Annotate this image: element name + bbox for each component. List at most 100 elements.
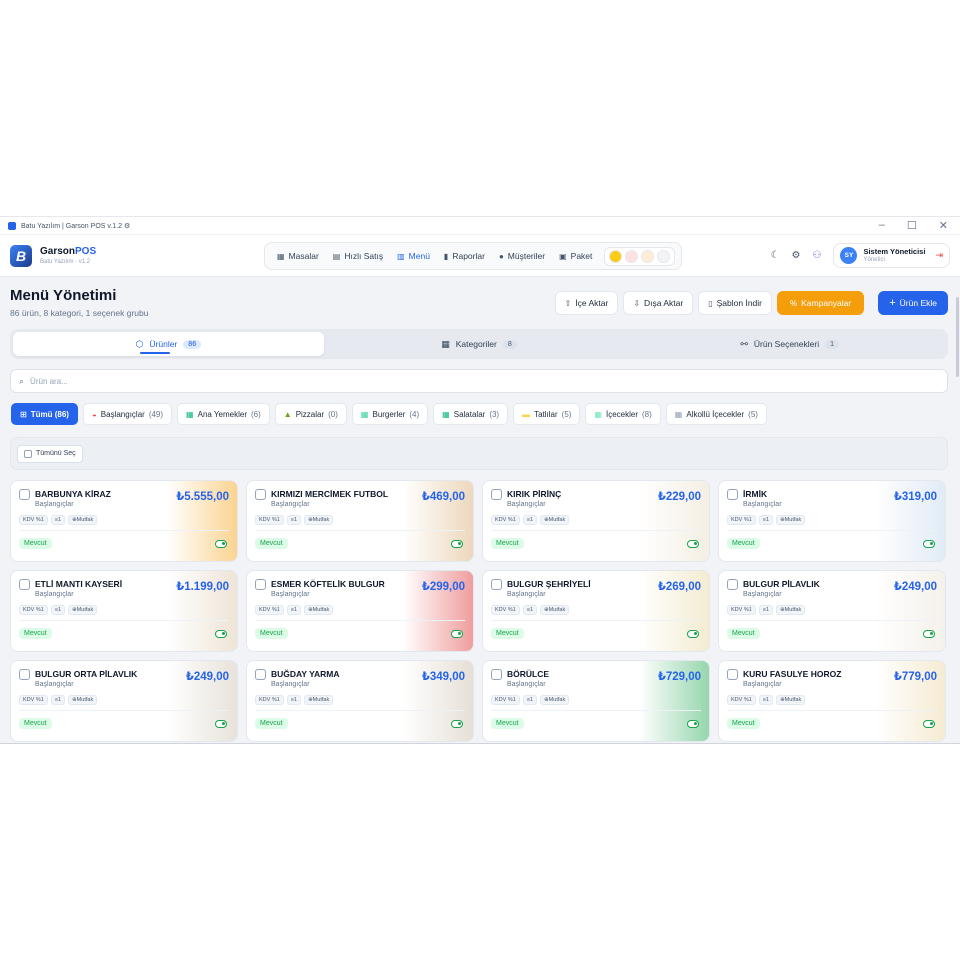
- nav-hizli-satis[interactable]: ▤ Hızlı Satış: [327, 245, 389, 267]
- category-chip[interactable]: ▦ Salatalar (3): [433, 403, 509, 425]
- partner-logo-icon[interactable]: [625, 249, 639, 263]
- product-name: BARBUNYA KİRAZ: [35, 489, 111, 499]
- product-price: ₺1.199,00: [176, 581, 229, 593]
- product-checkbox[interactable]: [491, 489, 502, 500]
- tab-product-options[interactable]: ⚯ Ürün Seçenekleri 1: [634, 332, 945, 356]
- availability-toggle[interactable]: [687, 540, 699, 548]
- nav-menu[interactable]: ▥ Menü: [391, 245, 436, 267]
- template-download-button[interactable]: ▯ Şablon İndir: [698, 291, 773, 315]
- partner-logo-icon[interactable]: [609, 249, 623, 263]
- product-category: Başlangıçlar: [35, 501, 74, 508]
- select-all-button[interactable]: Tümünü Seç: [17, 444, 83, 463]
- close-button[interactable]: ✕: [939, 219, 948, 232]
- tab-count: 86: [183, 339, 202, 349]
- product-checkbox[interactable]: [727, 669, 738, 680]
- import-button[interactable]: ⇧ İçe Aktar: [554, 291, 619, 315]
- product-card[interactable]: BULGUR ORTA PİLAVLIK Başlangıçlar ₺249,00 K…: [10, 660, 238, 742]
- category-filter: ⊞ Tümü (86) ◒ Başlangıçlar (49) ▦ Ana Yemekler…: [11, 403, 767, 425]
- category-chip[interactable]: ▦ Alkollü İçecekler (5): [665, 403, 767, 425]
- maximize-button[interactable]: ☐: [907, 219, 917, 232]
- partner-logo-icon[interactable]: [641, 249, 655, 263]
- status-badge: Mevcut: [19, 718, 52, 729]
- export-label: Dışa Aktar: [644, 298, 684, 308]
- product-price: ₺249,00: [185, 671, 229, 683]
- availability-toggle[interactable]: [687, 630, 699, 638]
- kitchen-tag: ⊕Mutfak: [776, 695, 806, 705]
- product-card[interactable]: BARBUNYA KİRAZ Başlangıçlar ₺5.555,00 KDV %…: [10, 480, 238, 562]
- kitchen-tag: ⊕Mutfak: [68, 515, 98, 525]
- card-divider: [19, 530, 229, 531]
- gear-icon[interactable]: ⚙: [792, 250, 801, 261]
- product-category: Başlangıçlar: [743, 591, 782, 598]
- category-chip[interactable]: ▦ İçecekler (8): [585, 403, 661, 425]
- minimize-button[interactable]: –: [879, 219, 885, 232]
- availability-toggle[interactable]: [451, 630, 463, 638]
- availability-toggle[interactable]: [687, 720, 699, 728]
- availability-toggle[interactable]: [923, 540, 935, 548]
- nav-musteriler[interactable]: ● Müşteriler: [493, 245, 551, 267]
- category-chip[interactable]: ▦ Ana Yemekler (6): [177, 403, 270, 425]
- product-card[interactable]: BULGUR ŞEHRİYELİ Başlangıçlar ₺269,00 KDV %…: [482, 570, 710, 652]
- campaigns-label: Kampanyalar: [801, 298, 852, 308]
- product-card[interactable]: ESMER KÖFTELİK BULGUR Başlangıçlar ₺299,00…: [246, 570, 474, 652]
- grid-icon: ▦: [441, 338, 450, 349]
- product-card[interactable]: BUĞDAY YARMA Başlangıçlar ₺349,00 KDV %1 ≡1 ⊕…: [246, 660, 474, 742]
- category-chip[interactable]: ⊞ Tümü (86): [11, 403, 78, 425]
- nav-paket[interactable]: ▣ Paket: [553, 245, 598, 267]
- category-chip[interactable]: ▬ Tatlılar (5): [513, 403, 581, 425]
- product-card[interactable]: ETLİ MANTI KAYSERİ Başlangıçlar ₺1.199,00 K…: [10, 570, 238, 652]
- product-category: Başlangıçlar: [507, 591, 546, 598]
- product-checkbox[interactable]: [727, 489, 738, 500]
- user-role: Yönetici: [863, 257, 885, 264]
- nav-masalar[interactable]: ▦ Masalar: [271, 245, 325, 267]
- status-badge: Mevcut: [491, 538, 524, 549]
- product-card[interactable]: KIRIK PİRİNÇ Başlangıçlar ₺229,00 KDV %1 ≡1 ⊕…: [482, 480, 710, 562]
- product-card[interactable]: İRMİK Başlangıçlar ₺319,00 KDV %1 ≡1 ⊕Mutfak M…: [718, 480, 946, 562]
- product-checkbox[interactable]: [19, 579, 30, 590]
- user-menu[interactable]: SY Sistem Yöneticisi Yönetici ⇥: [833, 243, 950, 268]
- category-chip[interactable]: ▦ Burgerler (4): [351, 403, 429, 425]
- product-price: ₺729,00: [657, 671, 701, 683]
- product-checkbox[interactable]: [255, 669, 266, 680]
- scrollbar[interactable]: [956, 297, 959, 377]
- search-input[interactable]: [30, 376, 939, 386]
- tab-categories[interactable]: ▦ Kategoriler 8: [324, 332, 635, 356]
- status-badge: Mevcut: [491, 628, 524, 639]
- availability-toggle[interactable]: [215, 540, 227, 548]
- availability-toggle[interactable]: [215, 720, 227, 728]
- availability-toggle[interactable]: [451, 720, 463, 728]
- category-chip[interactable]: ◒ Başlangıçlar (49): [82, 403, 173, 425]
- title-bar: Batu Yazılım | Garson POS v.1.2 ⚙ – ☐ ✕: [0, 217, 960, 235]
- add-product-button[interactable]: + Ürün Ekle: [878, 291, 948, 315]
- product-checkbox[interactable]: [19, 669, 30, 680]
- product-card[interactable]: BULGUR PİLAVLIK Başlangıçlar ₺249,00 KDV %1…: [718, 570, 946, 652]
- availability-toggle[interactable]: [215, 630, 227, 638]
- logout-icon[interactable]: ⇥: [935, 250, 943, 261]
- product-checkbox[interactable]: [727, 579, 738, 590]
- product-card[interactable]: KURU FASULYE HOROZ Başlangıçlar ₺779,00 KDV…: [718, 660, 946, 742]
- product-checkbox[interactable]: [491, 579, 502, 590]
- product-checkbox[interactable]: [19, 489, 30, 500]
- product-checkbox[interactable]: [255, 489, 266, 500]
- product-card[interactable]: KIRMIZI MERCİMEK FUTBOL Başlangıçlar ₺469,…: [246, 480, 474, 562]
- nav-raporlar[interactable]: ▮ Raporlar: [438, 245, 491, 267]
- product-tags: KDV %1 ≡1 ⊕Mutfak: [491, 605, 570, 615]
- availability-toggle[interactable]: [451, 540, 463, 548]
- availability-toggle[interactable]: [923, 720, 935, 728]
- campaigns-button[interactable]: % Kampanyalar: [777, 291, 865, 315]
- moon-icon[interactable]: ☾: [771, 250, 780, 261]
- export-button[interactable]: ⇩ Dışa Aktar: [623, 291, 694, 315]
- nav-label: Müşteriler: [507, 251, 546, 261]
- users-icon[interactable]: ⚇: [813, 250, 822, 261]
- product-category: Başlangıçlar: [743, 681, 782, 688]
- category-icon: ⊞: [20, 409, 27, 419]
- product-name: BULGUR ORTA PİLAVLIK: [35, 669, 138, 679]
- availability-toggle[interactable]: [923, 630, 935, 638]
- product-card[interactable]: BÖRÜLCE Başlangıçlar ₺729,00 KDV %1 ≡1 ⊕Mutfa…: [482, 660, 710, 742]
- vat-tag: KDV %1: [19, 515, 48, 525]
- partner-logo-icon[interactable]: [657, 249, 671, 263]
- product-checkbox[interactable]: [255, 579, 266, 590]
- tab-products[interactable]: ⬡ Ürünler 86: [13, 332, 324, 356]
- category-chip[interactable]: ▲ Pizzalar (0): [274, 403, 347, 425]
- product-checkbox[interactable]: [491, 669, 502, 680]
